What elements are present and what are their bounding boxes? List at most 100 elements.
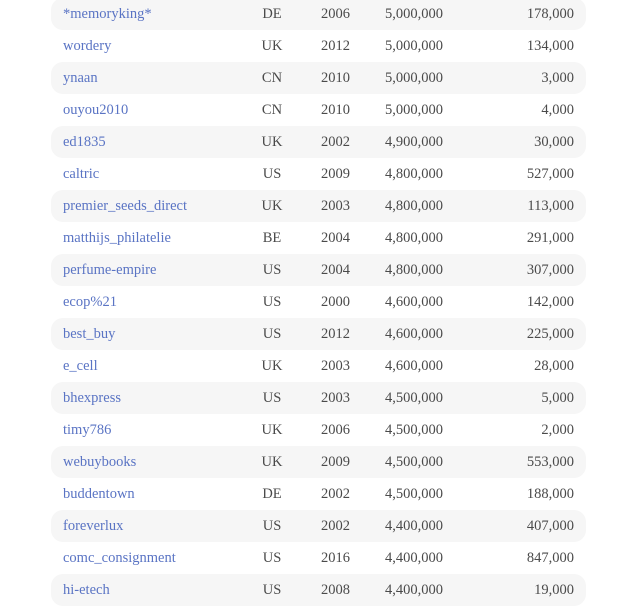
country-cell: UK [261, 198, 283, 214]
listings-cell: 4,500,000 [385, 454, 443, 470]
listings-cell: 4,900,000 [385, 134, 443, 150]
year-cell: 2016 [321, 550, 350, 566]
listings-cell: 4,800,000 [385, 198, 443, 214]
seller-link[interactable]: wordery [63, 30, 111, 62]
year-cell: 2012 [321, 38, 350, 54]
table-row: bhexpress US 2003 4,500,000 5,000 [51, 382, 586, 414]
feedback-cell: 4,000 [541, 102, 574, 118]
feedback-cell: 142,000 [526, 294, 574, 310]
seller-link[interactable]: hi-etech [63, 574, 110, 606]
feedback-cell: 553,000 [526, 454, 574, 470]
table-row: matthijs_philatelie BE 2004 4,800,000 29… [51, 222, 586, 254]
seller-link[interactable]: ouyou2010 [63, 94, 128, 126]
seller-link[interactable]: ynaan [63, 62, 98, 94]
feedback-cell: 134,000 [526, 38, 574, 54]
year-cell: 2004 [321, 230, 350, 246]
feedback-cell: 5,000 [541, 390, 574, 406]
listings-cell: 4,800,000 [385, 230, 443, 246]
feedback-cell: 178,000 [526, 6, 574, 22]
year-cell: 2002 [321, 486, 350, 502]
year-cell: 2003 [321, 358, 350, 374]
seller-link[interactable]: perfume-empire [63, 254, 156, 286]
feedback-cell: 407,000 [526, 518, 574, 534]
country-cell: UK [261, 358, 283, 374]
year-cell: 2010 [321, 70, 350, 86]
table-row: best_buy US 2012 4,600,000 225,000 [51, 318, 586, 350]
table-row: hi-etech US 2008 4,400,000 19,000 [51, 574, 586, 606]
country-cell: US [262, 582, 282, 598]
seller-link[interactable]: timy786 [63, 414, 111, 446]
year-cell: 2009 [321, 454, 350, 470]
year-cell: 2009 [321, 166, 350, 182]
year-cell: 2002 [321, 134, 350, 150]
year-cell: 2010 [321, 102, 350, 118]
table-row: foreverlux US 2002 4,400,000 407,000 [51, 510, 586, 542]
country-cell: CN [261, 70, 283, 86]
listings-cell: 4,400,000 [385, 550, 443, 566]
seller-link[interactable]: bhexpress [63, 382, 121, 414]
feedback-cell: 3,000 [541, 70, 574, 86]
listings-cell: 4,800,000 [385, 262, 443, 278]
year-cell: 2008 [321, 582, 350, 598]
seller-table: *memoryking* DE 2006 5,000,000 178,000 w… [51, 0, 586, 606]
table-row: buddentown DE 2002 4,500,000 188,000 [51, 478, 586, 510]
country-cell: US [262, 518, 282, 534]
feedback-cell: 2,000 [541, 422, 574, 438]
listings-cell: 4,400,000 [385, 518, 443, 534]
table-row: caltric US 2009 4,800,000 527,000 [51, 158, 586, 190]
seller-link[interactable]: best_buy [63, 318, 115, 350]
seller-link[interactable]: ed1835 [63, 126, 106, 158]
seller-link[interactable]: buddentown [63, 478, 135, 510]
year-cell: 2004 [321, 262, 350, 278]
table-row: ynaan CN 2010 5,000,000 3,000 [51, 62, 586, 94]
country-cell: UK [261, 454, 283, 470]
listings-cell: 4,500,000 [385, 390, 443, 406]
country-cell: US [262, 550, 282, 566]
table-row: webuybooks UK 2009 4,500,000 553,000 [51, 446, 586, 478]
feedback-cell: 188,000 [526, 486, 574, 502]
seller-link[interactable]: e_cell [63, 350, 98, 382]
table-row: e_cell UK 2003 4,600,000 28,000 [51, 350, 586, 382]
feedback-cell: 28,000 [534, 358, 574, 374]
seller-link[interactable]: caltric [63, 158, 99, 190]
country-cell: DE [262, 6, 282, 22]
country-cell: US [262, 326, 282, 342]
listings-cell: 4,500,000 [385, 486, 443, 502]
country-cell: CN [261, 102, 283, 118]
country-cell: DE [262, 486, 282, 502]
table-row: premier_seeds_direct UK 2003 4,800,000 1… [51, 190, 586, 222]
seller-link[interactable]: comc_consignment [63, 542, 176, 574]
table-row: wordery UK 2012 5,000,000 134,000 [51, 30, 586, 62]
seller-link[interactable]: premier_seeds_direct [63, 190, 187, 222]
seller-link[interactable]: webuybooks [63, 446, 136, 478]
listings-cell: 4,600,000 [385, 294, 443, 310]
listings-cell: 5,000,000 [385, 102, 443, 118]
year-cell: 2000 [321, 294, 350, 310]
year-cell: 2003 [321, 390, 350, 406]
listings-cell: 4,600,000 [385, 358, 443, 374]
feedback-cell: 307,000 [526, 262, 574, 278]
seller-link[interactable]: matthijs_philatelie [63, 222, 171, 254]
listings-cell: 4,500,000 [385, 422, 443, 438]
country-cell: US [262, 390, 282, 406]
year-cell: 2012 [321, 326, 350, 342]
table-row: ouyou2010 CN 2010 5,000,000 4,000 [51, 94, 586, 126]
listings-cell: 4,800,000 [385, 166, 443, 182]
country-cell: US [262, 294, 282, 310]
feedback-cell: 19,000 [534, 582, 574, 598]
seller-link[interactable]: foreverlux [63, 510, 123, 542]
feedback-cell: 527,000 [526, 166, 574, 182]
listings-cell: 4,600,000 [385, 326, 443, 342]
country-cell: US [262, 262, 282, 278]
feedback-cell: 30,000 [534, 134, 574, 150]
seller-link[interactable]: ecop%21 [63, 286, 117, 318]
feedback-cell: 225,000 [526, 326, 574, 342]
table-row: ed1835 UK 2002 4,900,000 30,000 [51, 126, 586, 158]
country-cell: BE [262, 230, 282, 246]
listings-cell: 4,400,000 [385, 582, 443, 598]
year-cell: 2003 [321, 198, 350, 214]
seller-link[interactable]: *memoryking* [63, 0, 152, 30]
year-cell: 2006 [321, 422, 350, 438]
country-cell: UK [261, 38, 283, 54]
feedback-cell: 847,000 [526, 550, 574, 566]
